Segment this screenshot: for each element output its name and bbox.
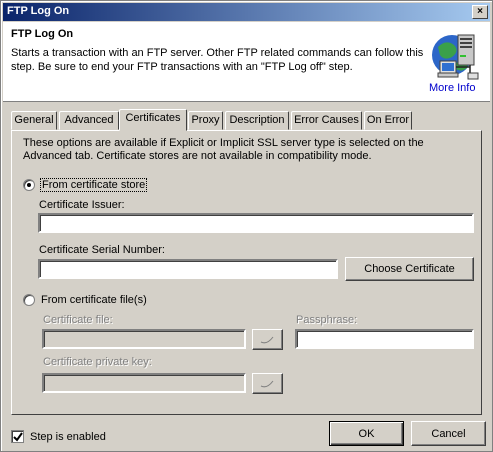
private-key-label: Certificate private key: bbox=[43, 356, 152, 368]
tab-general[interactable]: General bbox=[11, 111, 57, 130]
private-key-input[interactable] bbox=[42, 373, 246, 393]
store-radio-label: From certificate store bbox=[39, 178, 148, 192]
more-info-link[interactable]: More Info bbox=[429, 82, 475, 94]
dialog-window: FTP Log On × FTP Log On Starts a transac… bbox=[0, 0, 493, 452]
store-option[interactable]: From certificate store bbox=[23, 178, 148, 192]
close-icon: × bbox=[477, 6, 483, 17]
file-option[interactable]: From certificate file(s) bbox=[23, 294, 147, 306]
browse-icon bbox=[260, 336, 274, 344]
cert-file-input[interactable] bbox=[42, 329, 246, 349]
tab-proxy[interactable]: Proxy bbox=[188, 111, 223, 130]
choose-certificate-button[interactable]: Choose Certificate bbox=[345, 257, 474, 281]
header-panel: FTP Log On Starts a transaction with an … bbox=[3, 22, 490, 102]
serial-label: Certificate Serial Number: bbox=[39, 244, 165, 256]
cert-file-label: Certificate file: bbox=[43, 314, 113, 326]
issuer-input[interactable] bbox=[38, 213, 474, 233]
ok-button[interactable]: OK bbox=[329, 421, 404, 446]
file-radio[interactable] bbox=[23, 294, 35, 306]
step-enabled-label: Step is enabled bbox=[30, 430, 106, 443]
header-title: FTP Log On bbox=[11, 28, 74, 40]
browse-private-key-button[interactable] bbox=[252, 373, 283, 394]
window-title: FTP Log On bbox=[7, 5, 70, 17]
file-radio-label: From certificate file(s) bbox=[41, 294, 147, 306]
passphrase-label: Passphrase: bbox=[296, 314, 358, 326]
tab-error-causes[interactable]: Error Causes bbox=[291, 111, 362, 130]
tab-description[interactable]: Description bbox=[225, 111, 289, 130]
close-button[interactable]: × bbox=[472, 5, 488, 19]
tab-certificates[interactable]: Certificates bbox=[119, 109, 187, 131]
step-enabled-checkbox[interactable] bbox=[11, 430, 24, 443]
issuer-label: Certificate Issuer: bbox=[39, 199, 125, 211]
browse-cert-file-button[interactable] bbox=[252, 329, 283, 350]
step-enabled-option[interactable]: Step is enabled bbox=[11, 430, 106, 443]
header-description: Starts a transaction with an FTP server.… bbox=[11, 47, 424, 73]
store-radio[interactable] bbox=[23, 179, 35, 191]
passphrase-input[interactable] bbox=[295, 329, 474, 349]
cancel-button[interactable]: Cancel bbox=[411, 421, 486, 446]
tab-on-error[interactable]: On Error bbox=[364, 111, 412, 130]
certificates-note: These options are available if Explicit … bbox=[23, 137, 424, 162]
tab-advanced[interactable]: Advanced bbox=[59, 111, 119, 130]
checkmark-icon bbox=[13, 432, 23, 442]
browse-icon bbox=[260, 380, 274, 388]
network-computer-icon bbox=[432, 34, 479, 80]
title-bar[interactable]: FTP Log On × bbox=[3, 3, 490, 21]
serial-input[interactable] bbox=[38, 259, 338, 279]
